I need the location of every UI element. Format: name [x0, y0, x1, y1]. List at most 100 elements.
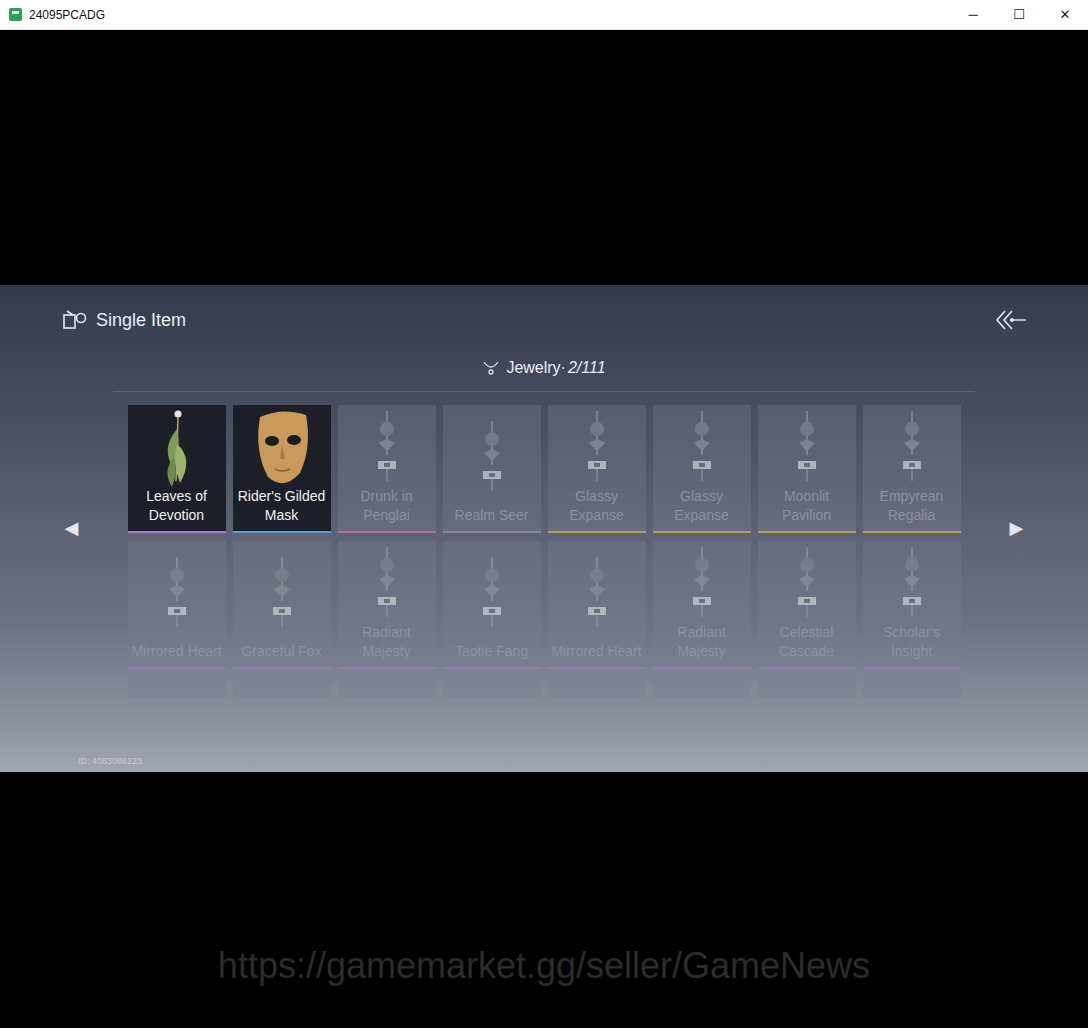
item-name: Glassy Expanse	[656, 487, 748, 525]
window-control-button[interactable]: ✕	[1042, 0, 1088, 29]
item-art	[785, 411, 829, 487]
letterbox-top	[0, 30, 1088, 285]
locked-pendant-icon	[890, 545, 934, 625]
item-card[interactable]: Leaves of Devotion	[128, 405, 226, 533]
item-name: Leaves of Devotion	[131, 487, 223, 525]
divider	[113, 391, 975, 392]
item-name: Graceful Fox	[241, 642, 321, 661]
item-art	[365, 411, 409, 487]
item-card[interactable]: Glassy Expanse	[653, 405, 751, 533]
letterbox-bottom: https://gamemarket.gg/seller/GameNews	[0, 772, 1088, 1028]
necklace-icon	[482, 360, 500, 376]
item-name: Mirrored Heart	[551, 642, 641, 661]
game-panel: Single Item Jewelry·2/111 ◀ Leaves of Devot…	[0, 285, 1088, 772]
item-art	[785, 547, 829, 623]
item-card[interactable]: Drunk in Penglai	[338, 405, 436, 533]
title-bar: 24095PCADG ─☐✕	[0, 0, 1088, 30]
item-card[interactable]: Radiant Majesty	[653, 541, 751, 669]
item-name: Empyrean Regalia	[866, 487, 958, 525]
item-card[interactable]	[758, 677, 856, 698]
item-card[interactable]: Celestial Cascade	[758, 541, 856, 669]
window-control-button[interactable]: ☐	[996, 0, 1042, 29]
item-card[interactable]: Scholar's Insight	[863, 541, 961, 669]
item-card[interactable]	[443, 677, 541, 698]
locked-pendant-icon	[785, 545, 829, 625]
next-page-button[interactable]: ▶	[1009, 517, 1025, 539]
item-art	[152, 411, 202, 487]
item-card[interactable]	[653, 677, 751, 698]
item-art	[470, 411, 514, 506]
item-name: Drunk in Penglai	[341, 487, 433, 525]
item-art	[890, 411, 934, 487]
locked-pendant-icon	[365, 409, 409, 489]
item-card[interactable]: Glassy Expanse	[548, 405, 646, 533]
item-art	[575, 411, 619, 487]
locked-pendant-icon	[365, 545, 409, 625]
locked-pendant-icon	[470, 419, 514, 499]
item-name: Radiant Majesty	[341, 623, 433, 661]
locked-pendant-icon	[470, 555, 514, 635]
item-art	[680, 411, 724, 487]
item-name: Moonlit Pavilion	[761, 487, 853, 525]
locked-pendant-icon	[890, 409, 934, 489]
item-name: Mirrored Heart	[131, 642, 221, 661]
item-card[interactable]: Rider's Gilded Mask	[233, 405, 331, 533]
locked-pendant-icon	[680, 409, 724, 489]
item-art	[365, 547, 409, 623]
locked-pendant-icon	[155, 555, 199, 635]
window-title: 24095PCADG	[29, 8, 105, 22]
account-id: ID: 4083086223	[0, 755, 1088, 772]
item-card[interactable]: Taotie Fang	[443, 541, 541, 669]
item-art	[260, 547, 304, 642]
item-card[interactable]: Realm Seer	[443, 405, 541, 533]
locked-pendant-icon	[785, 409, 829, 489]
gilded-mask-icon	[250, 407, 314, 491]
item-card[interactable]	[128, 677, 226, 698]
item-card[interactable]	[338, 677, 436, 698]
item-card[interactable]	[233, 677, 331, 698]
item-art	[250, 411, 314, 487]
item-card[interactable]: Mirrored Heart	[128, 541, 226, 669]
app-icon	[9, 8, 22, 21]
item-card[interactable]: Mirrored Heart	[548, 541, 646, 669]
window-controls: ─☐✕	[950, 0, 1088, 29]
item-art	[155, 547, 199, 642]
app-window: 24095PCADG ─☐✕ Single Item Jewelry·2/111 ◀ Le…	[0, 0, 1088, 1028]
item-name: Taotie Fang	[455, 642, 528, 661]
locked-pendant-icon	[260, 555, 304, 635]
item-art	[470, 547, 514, 642]
panel-header: Single Item	[0, 285, 1088, 333]
leaf-ornament-icon	[152, 409, 202, 489]
category-count: 2/111	[568, 357, 606, 379]
item-box-icon	[62, 309, 88, 331]
item-card[interactable]: Graceful Fox	[233, 541, 331, 669]
item-name: Glassy Expanse	[551, 487, 643, 525]
item-name: Realm Seer	[455, 506, 529, 525]
item-grid: Leaves of Devotion Rider's Gilded Mask Dru…	[128, 405, 961, 698]
panel-title: Single Item	[96, 307, 186, 333]
item-carousel: ◀ Leaves of Devotion Rider's Gilded Mask Dr…	[0, 405, 1088, 698]
item-name: Rider's Gilded Mask	[236, 487, 328, 525]
item-art	[575, 547, 619, 642]
item-card[interactable]	[863, 677, 961, 698]
item-card[interactable]: Moonlit Pavilion	[758, 405, 856, 533]
item-card[interactable]: Empyrean Regalia	[863, 405, 961, 533]
item-grid-viewport: Leaves of Devotion Rider's Gilded Mask Dru…	[128, 405, 961, 698]
item-art	[680, 547, 724, 623]
category-name: Jewelry·	[506, 357, 566, 379]
item-name: Celestial Cascade	[761, 623, 853, 661]
back-arrow-icon[interactable]	[994, 308, 1028, 332]
category-label: Jewelry·2/111	[0, 357, 1088, 379]
item-card[interactable]	[548, 677, 646, 698]
panel-title-group: Single Item	[62, 307, 186, 333]
previous-page-button[interactable]: ◀	[64, 517, 80, 539]
item-art	[890, 547, 934, 623]
locked-pendant-icon	[575, 555, 619, 635]
item-name: Radiant Majesty	[656, 623, 748, 661]
locked-pendant-icon	[680, 545, 724, 625]
watermark: https://gamemarket.gg/seller/GameNews	[218, 944, 870, 1028]
item-name: Scholar's Insight	[866, 623, 958, 661]
locked-pendant-icon	[575, 409, 619, 489]
item-card[interactable]: Radiant Majesty	[338, 541, 436, 669]
window-control-button[interactable]: ─	[950, 0, 996, 29]
